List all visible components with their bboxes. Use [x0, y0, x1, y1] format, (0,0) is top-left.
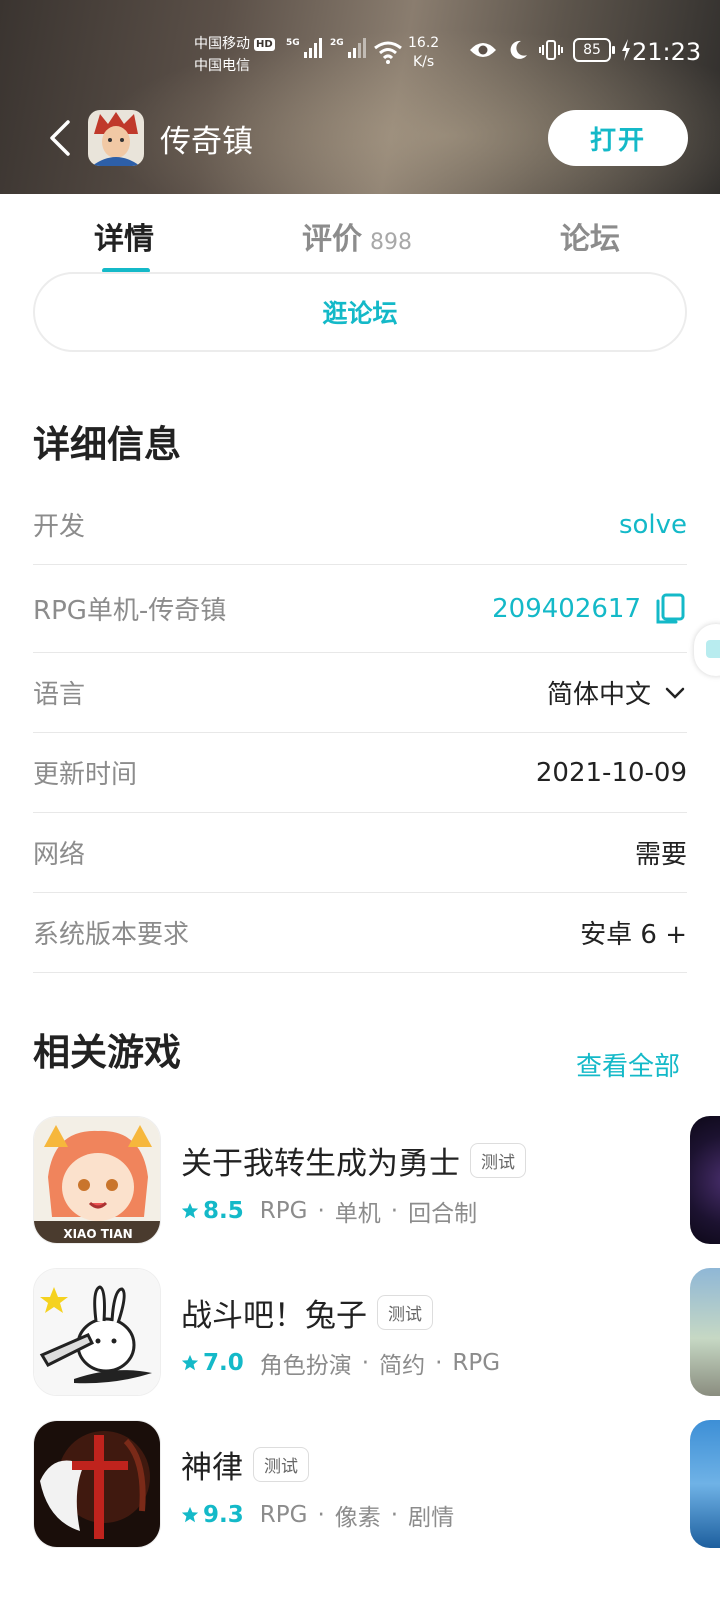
- game-title: 神律: [181, 1450, 243, 1486]
- browse-forum-button[interactable]: 逛论坛: [33, 272, 687, 352]
- game-tag: RPG: [259, 1502, 308, 1528]
- star-icon: [181, 1506, 199, 1523]
- details-list: 开发 solve RPG单机-传奇镇 209402617 语言 简体中文 更新时…: [33, 485, 687, 973]
- game-score: 7.0: [203, 1350, 244, 1376]
- signal-1-label: 5G: [286, 38, 300, 48]
- carrier-1: 中国移动: [194, 36, 250, 52]
- status-bar: 中国移动 HD 中国电信 5G 2G 16.2 K/s 85 21:23: [0, 0, 720, 100]
- game-icon: [33, 1268, 161, 1396]
- game-item-1[interactable]: XIAO TIAN 关于我转生成为勇士 测试 8.5 RPG · 单机 · 回合制: [33, 1116, 673, 1244]
- language-value: 简体中文: [546, 680, 651, 710]
- info-row-developer: 开发 solve: [33, 485, 687, 565]
- test-badge: 测试: [377, 1295, 433, 1330]
- signal-icon-1: 5G: [286, 38, 322, 58]
- copy-icon[interactable]: [653, 592, 687, 626]
- carrier-info: 中国移动 HD 中国电信: [194, 33, 275, 77]
- group-number[interactable]: 209402617: [492, 594, 641, 624]
- hd-badge: HD: [254, 37, 275, 51]
- app-title: 传奇镇: [160, 124, 253, 160]
- next-game-thumb-2[interactable]: [690, 1268, 720, 1396]
- star-icon: [181, 1202, 199, 1219]
- tab-details[interactable]: 详情: [94, 214, 154, 258]
- app-icon: [88, 110, 144, 166]
- signal-2-label: 2G: [330, 38, 344, 48]
- network-value: 需要: [634, 840, 687, 870]
- clock: 21:23: [632, 38, 702, 66]
- game-tag: 简约: [379, 1353, 426, 1379]
- chevron-down-icon[interactable]: [663, 681, 687, 705]
- test-badge: 测试: [470, 1143, 526, 1178]
- info-row-os-version: 系统版本要求 安卓 6 +: [33, 893, 687, 973]
- back-arrow-icon[interactable]: [44, 118, 76, 158]
- open-app-button[interactable]: 打开: [548, 110, 688, 166]
- game-tag: 回合制: [408, 1201, 478, 1227]
- game-tag: 单机: [334, 1201, 381, 1227]
- game-item-3[interactable]: 神律 测试 9.3 RPG · 像素 · 剧情: [33, 1420, 673, 1548]
- info-row-network: 网络 需要: [33, 813, 687, 893]
- os-version-value: 安卓 6 +: [580, 920, 687, 950]
- see-all-link[interactable]: 查看全部: [576, 1046, 680, 1083]
- review-count: 898: [370, 230, 412, 255]
- moon-icon: [510, 40, 527, 59]
- game-tag: RPG: [452, 1350, 501, 1376]
- update-date: 2021-10-09: [535, 757, 687, 788]
- game-item-2[interactable]: 战斗吧！兔子 测试 7.0 角色扮演 · 简约 · RPG: [33, 1268, 673, 1396]
- test-badge: 测试: [253, 1447, 309, 1482]
- info-row-update-time: 更新时间 2021-10-09: [33, 733, 687, 813]
- info-row-language[interactable]: 语言 简体中文: [33, 653, 687, 733]
- related-games-title: 相关游戏: [33, 1031, 181, 1074]
- game-tag: 剧情: [408, 1505, 455, 1531]
- game-title: 关于我转生成为勇士: [181, 1146, 460, 1182]
- carrier-2: 中国电信: [194, 58, 250, 74]
- battery-indicator: 85: [573, 38, 615, 62]
- signal-icon-2: 2G: [330, 38, 366, 58]
- game-score: 9.3: [203, 1502, 244, 1528]
- app-header: 中国移动 HD 中国电信 5G 2G 16.2 K/s 85 21:23 传奇镇…: [0, 0, 720, 194]
- wifi-icon: [374, 41, 402, 64]
- tab-reviews[interactable]: 评价 898: [302, 214, 412, 258]
- game-score: 8.5: [203, 1198, 244, 1224]
- game-icon: [33, 1420, 161, 1548]
- game-title: 战斗吧！兔子: [181, 1298, 367, 1334]
- game-icon-text: XIAO TIAN: [63, 1227, 132, 1241]
- developer-link[interactable]: solve: [619, 510, 687, 540]
- title-bar: 传奇镇 打开: [0, 104, 720, 174]
- game-tag: RPG: [259, 1198, 308, 1224]
- status-icons: 85: [469, 38, 631, 62]
- details-title: 详细信息: [33, 423, 181, 466]
- game-tag: 角色扮演: [259, 1353, 352, 1379]
- eye-icon: [470, 43, 496, 57]
- next-game-thumb-1[interactable]: [690, 1116, 720, 1244]
- network-speed: 16.2 K/s: [408, 35, 440, 70]
- vibrate-icon: [539, 40, 563, 60]
- info-row-group: RPG单机-传奇镇 209402617: [33, 565, 687, 653]
- star-icon: [181, 1354, 199, 1371]
- next-game-thumb-3[interactable]: [690, 1420, 720, 1548]
- game-icon: XIAO TIAN: [33, 1116, 161, 1244]
- charging-icon: [622, 39, 630, 61]
- floating-widget[interactable]: [694, 624, 720, 676]
- tab-forum[interactable]: 论坛: [560, 214, 620, 258]
- tab-bar: 详情 评价 898 论坛: [0, 194, 720, 274]
- game-tag: 像素: [334, 1505, 381, 1531]
